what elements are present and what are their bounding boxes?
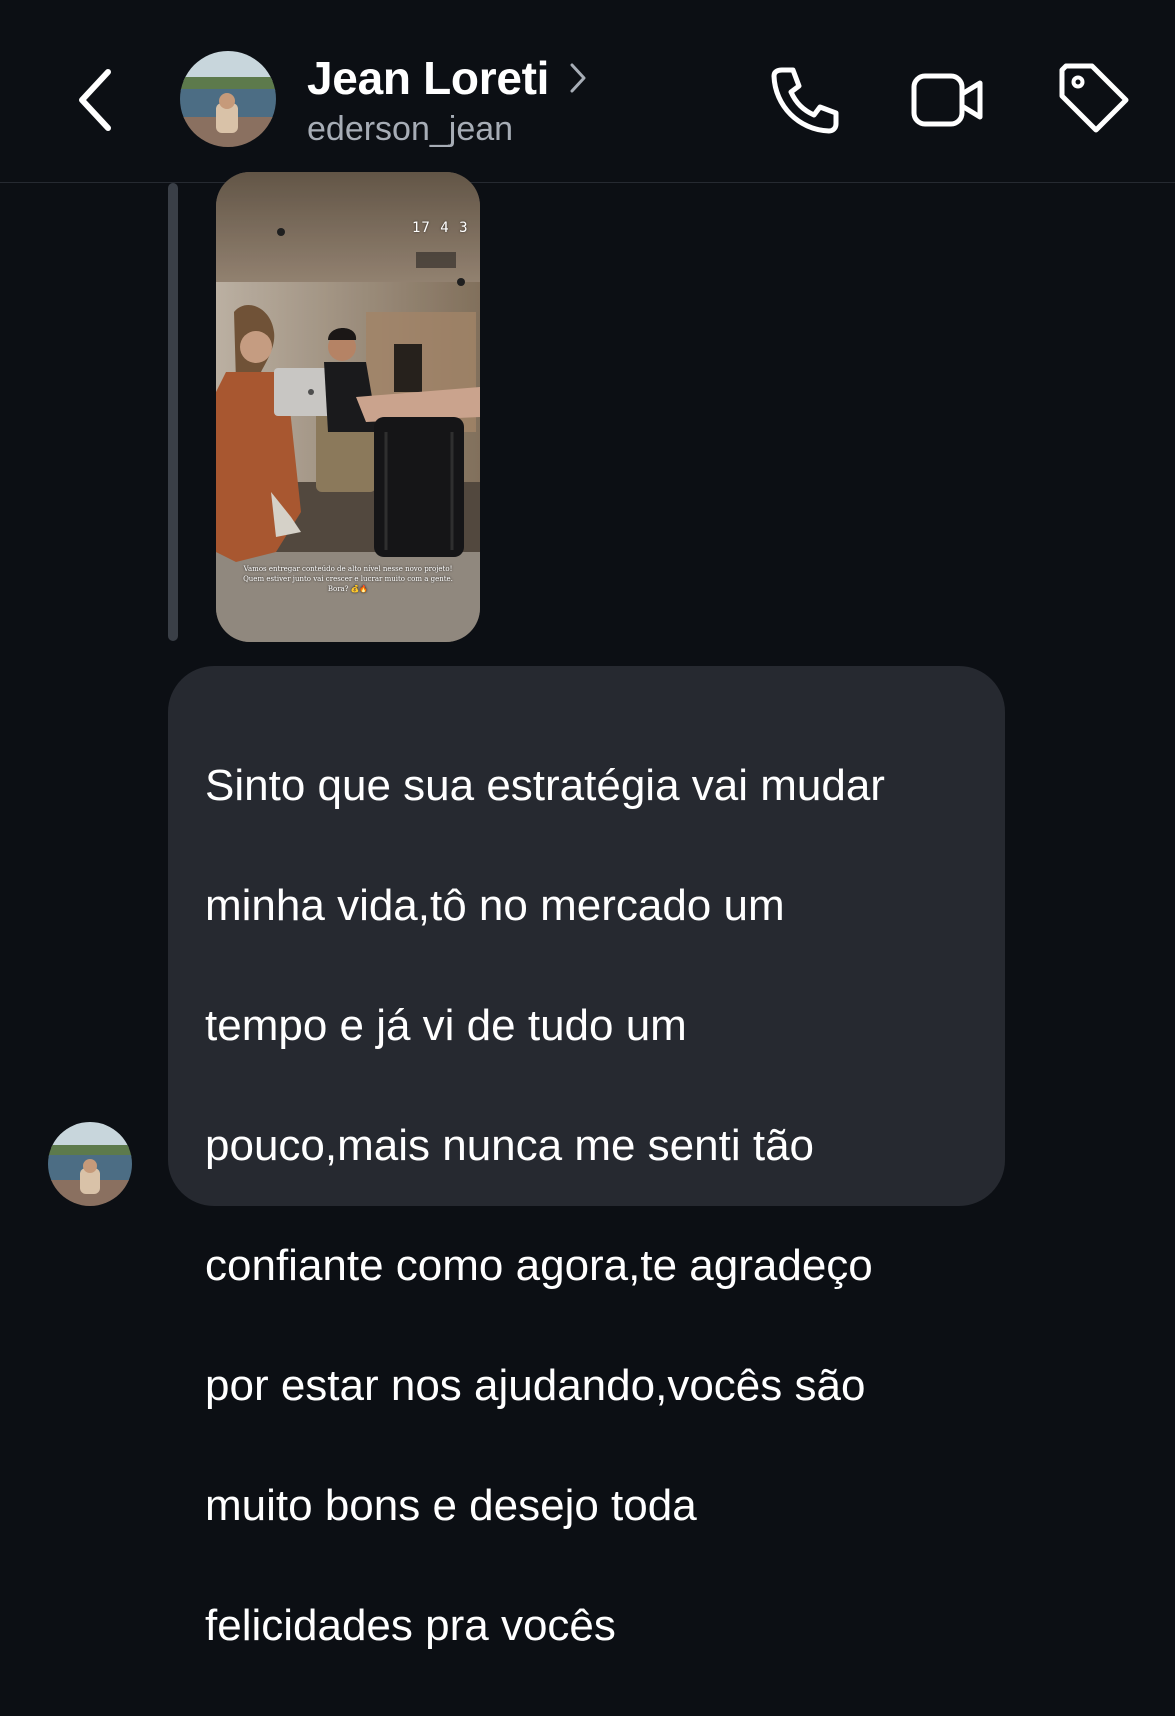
- avatar[interactable]: [180, 51, 276, 147]
- message-bubble[interactable]: Sinto que sua estratégia vai mudar minha…: [168, 666, 1005, 1650]
- story-caption: Vamos entregar conteúdo de alto nível ne…: [226, 564, 470, 594]
- message-line: confiante como agora,te agradeço: [205, 1241, 873, 1290]
- story-caption-line: Quem estiver junto vai crescer e lucrar …: [243, 575, 453, 583]
- contact-username: ederson_jean: [307, 110, 514, 148]
- story-reply-thumbnail[interactable]: 17 4 3 Vamos entregar conteúdo de alto n…: [216, 172, 480, 642]
- sender-avatar[interactable]: [48, 1122, 132, 1206]
- message-line: muito bons e desejo toda: [205, 1481, 697, 1530]
- message-text: Sinto que sua estratégia vai mudar minha…: [205, 696, 967, 1716]
- chevron-left-icon[interactable]: [60, 60, 132, 140]
- message-line: tempo e já vi de tudo um: [205, 1001, 687, 1050]
- reply-quote-bar: [168, 183, 178, 641]
- story-caption-line: Vamos entregar conteúdo de alto nível ne…: [243, 565, 453, 573]
- message-line: felicidades pra vocês: [205, 1601, 616, 1650]
- message-line: pouco,mais nunca me senti tão: [205, 1121, 815, 1170]
- story-timestamp: 17 4 3: [412, 220, 469, 236]
- story-caption-line: Bora? 💰🔥: [327, 585, 369, 593]
- video-camera-icon[interactable]: [910, 62, 986, 138]
- chevron-right-icon: [570, 63, 586, 93]
- contact-name: Jean Loreti: [307, 52, 550, 104]
- phone-icon[interactable]: [766, 62, 842, 138]
- message-line: Sinto que sua estratégia vai mudar: [205, 761, 885, 810]
- tag-icon[interactable]: [1056, 62, 1132, 138]
- chat-header: Jean Loreti ederson_jean: [0, 0, 1175, 183]
- message-line: minha vida,tô no mercado um: [205, 881, 785, 930]
- contact-profile-link[interactable]: Jean Loreti: [307, 50, 589, 106]
- message-line: por estar nos ajudando,vocês são: [205, 1361, 866, 1410]
